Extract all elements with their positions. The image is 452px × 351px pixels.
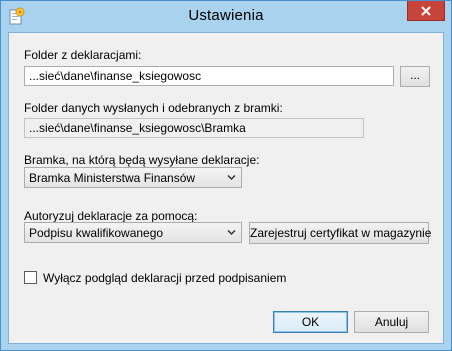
disable-preview-checkbox[interactable] (24, 271, 37, 284)
window-title: Ustawienia (188, 7, 264, 24)
gateway-selected-value: Bramka Ministerstwa Finansów (29, 171, 196, 185)
gateway-label: Bramka, na którą będą wysyłane deklaracj… (24, 153, 260, 167)
chevron-down-icon (227, 229, 236, 236)
disable-preview-label: Wyłącz podgląd deklaracji przed podpisan… (43, 271, 287, 285)
gateway-select[interactable]: Bramka Ministerstwa Finansów (24, 167, 242, 188)
register-certificate-button[interactable]: Zarejestruj certyfikat w magazynie (249, 222, 431, 244)
folder-sent-input[interactable]: ...sieć\dane\finanse_ksiegowosc\Bramka (24, 118, 364, 138)
folder-sent-label: Folder danych wysłanych i odebranych z b… (24, 101, 283, 115)
chevron-down-icon (227, 174, 236, 181)
close-button[interactable] (407, 1, 445, 21)
authorize-label: Autoryzuj deklaracje za pomocą: (24, 209, 198, 223)
dialog-content: Folder z deklaracjami: ...sieć\dane\fina… (8, 32, 444, 344)
folder-declarations-label: Folder z deklaracjami: (24, 48, 142, 62)
ok-button[interactable]: OK (273, 311, 348, 333)
close-icon (421, 5, 431, 16)
settings-dialog: Ustawienia Folder z deklaracjami: ...sie… (0, 0, 452, 351)
cancel-button[interactable]: Anuluj (354, 311, 429, 333)
authorize-selected-value: Podpisu kwalifikowanego (29, 226, 164, 240)
title-bar[interactable]: Ustawienia (1, 1, 451, 32)
folder-declarations-input[interactable]: ...sieć\dane\finanse_ksiegowosc (24, 66, 394, 86)
browse-folder-button[interactable]: ... (400, 66, 430, 87)
authorize-select[interactable]: Podpisu kwalifikowanego (24, 222, 242, 243)
